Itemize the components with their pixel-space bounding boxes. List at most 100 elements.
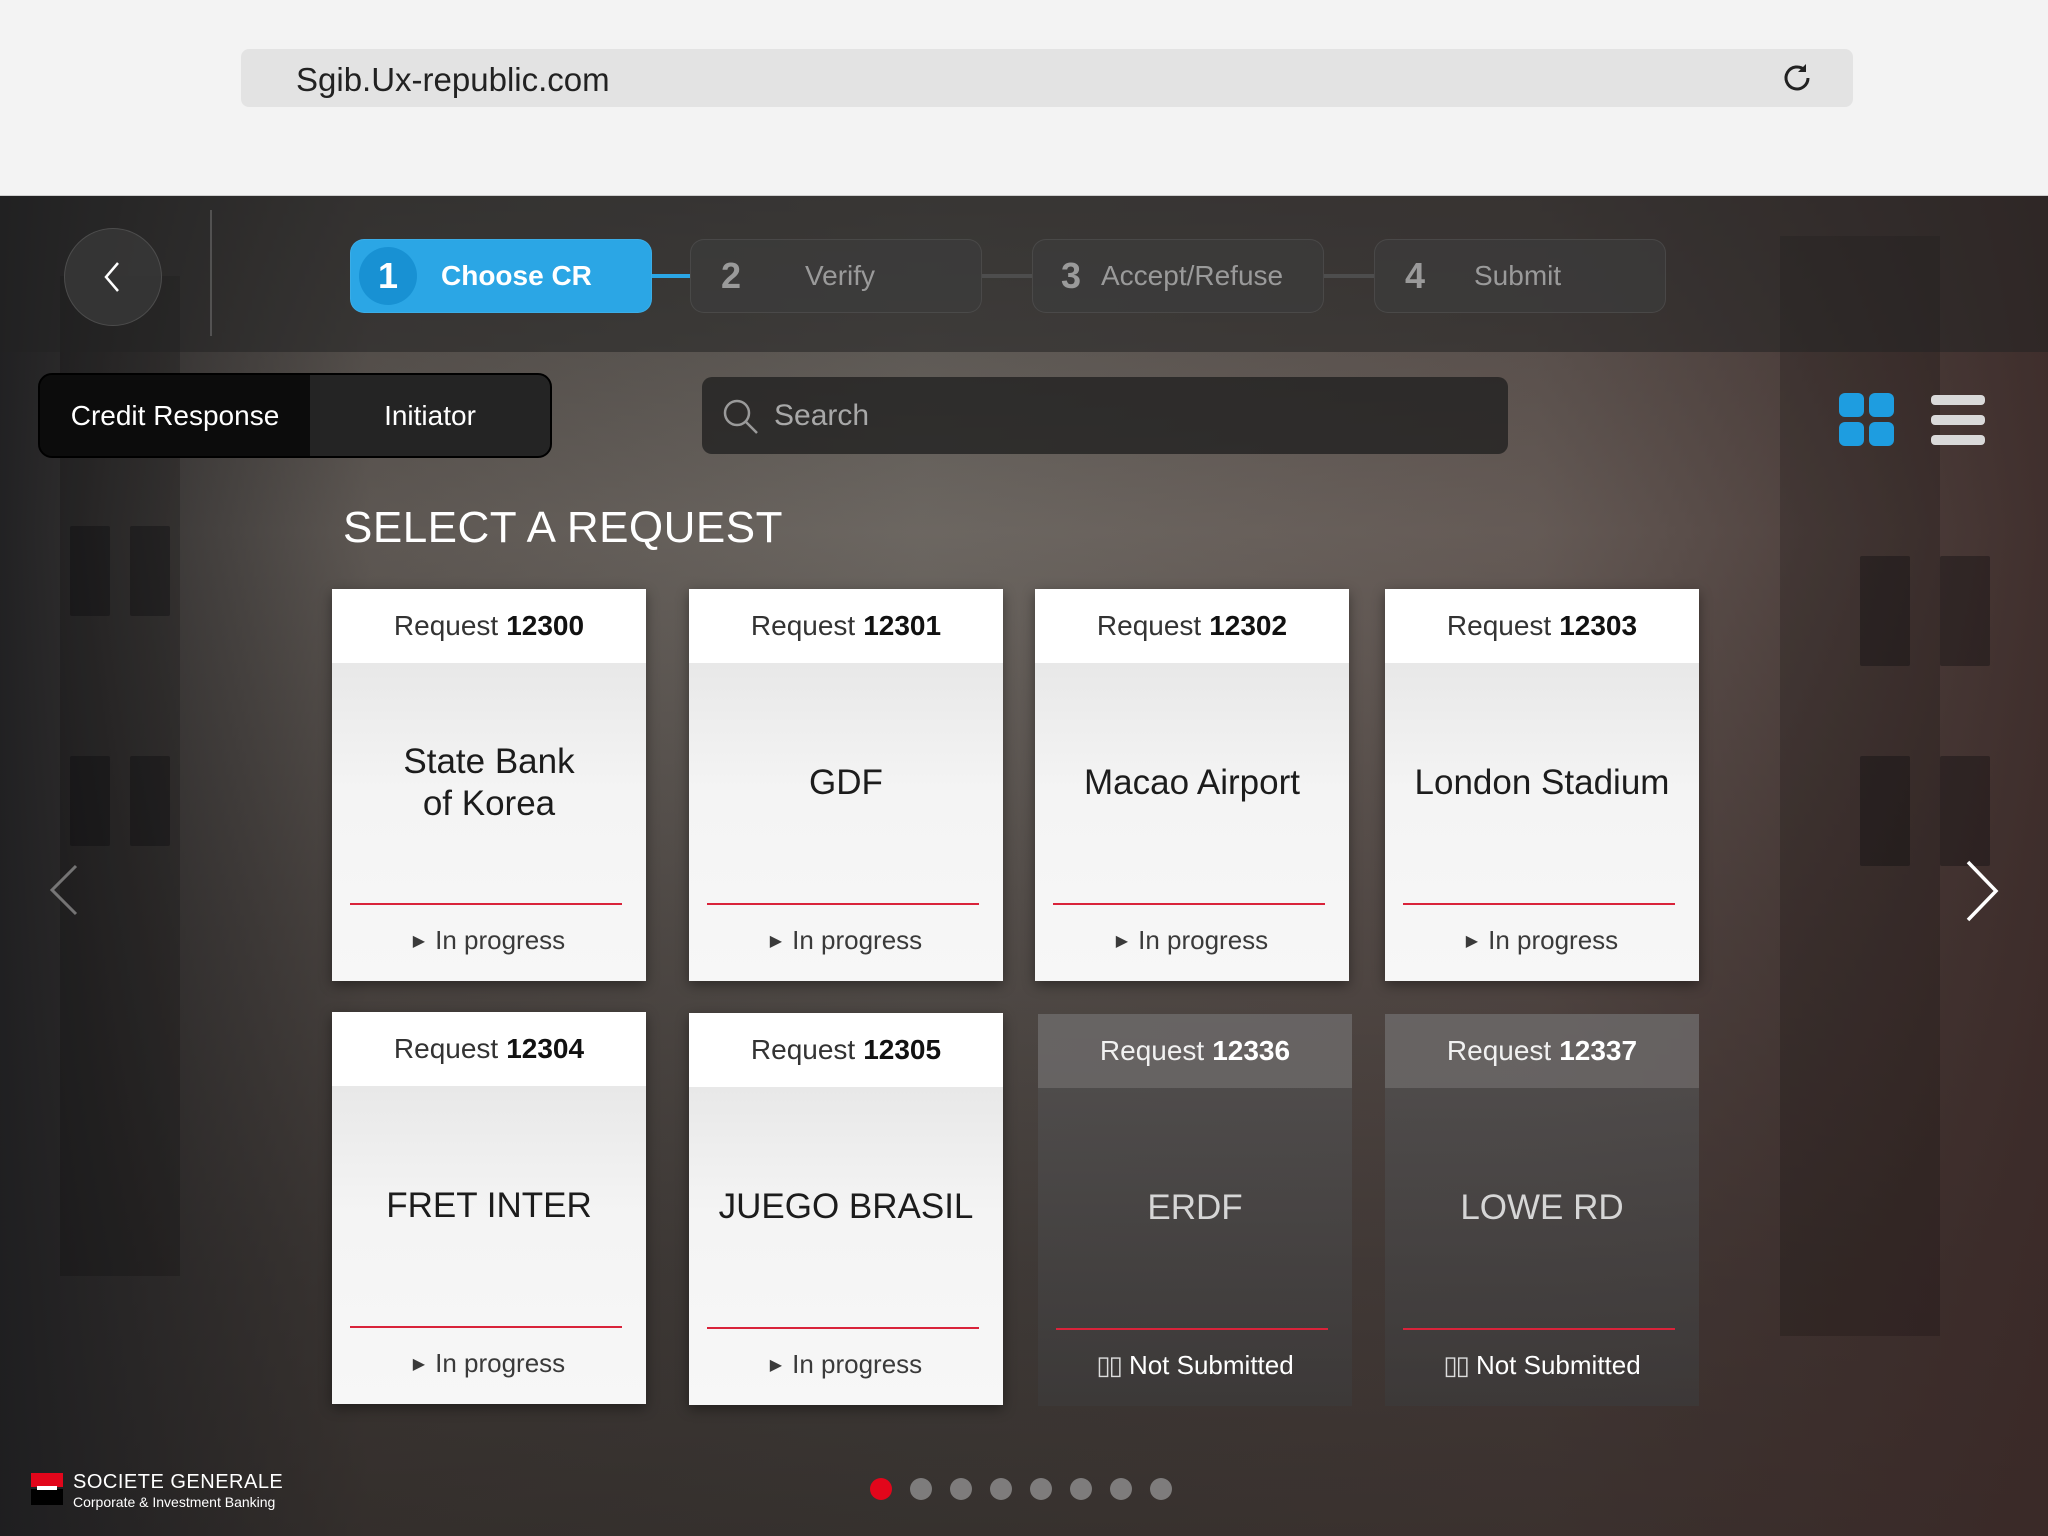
card-client-name: State Bank of Korea xyxy=(403,742,575,823)
step-verify[interactable]: 2 Verify xyxy=(690,239,982,313)
card-divider xyxy=(707,1327,979,1329)
card-status-text: In progress xyxy=(435,925,566,955)
card-client-name: JUEGO BRASIL xyxy=(718,1187,974,1226)
card-client-name: London Stadium xyxy=(1414,763,1670,802)
chevron-left-icon[interactable] xyxy=(46,862,82,918)
card-prefix: Request xyxy=(393,610,499,641)
step-connector xyxy=(1324,274,1374,278)
pagination-dot[interactable] xyxy=(990,1478,1012,1500)
step-label: Verify xyxy=(805,260,876,291)
logo-mark-icon xyxy=(31,1473,63,1505)
address-bar[interactable]: Sgib.Ux-republic.com xyxy=(241,49,1853,107)
play-icon: ▶ xyxy=(1465,932,1479,950)
not-submitted-icon: ▯▯ xyxy=(1443,1350,1470,1380)
pagination-dot[interactable] xyxy=(1070,1478,1092,1500)
filter-segmented-control: Credit Response Initiator xyxy=(38,373,552,458)
card-body: State Bank of Korea ▶ In progress xyxy=(332,663,646,981)
card-status: ▯▯ Not Submitted xyxy=(1038,1350,1352,1381)
request-card[interactable]: Request 12302 Macao Airport ▶ In progress xyxy=(1035,589,1349,981)
card-divider xyxy=(1056,1328,1328,1330)
step-accept-refuse[interactable]: 3 Accept/Refuse xyxy=(1032,239,1324,313)
play-icon: ▶ xyxy=(769,1356,783,1374)
card-header: Request 12305 xyxy=(689,1013,1003,1087)
page-title: SELECT A REQUEST xyxy=(343,503,784,552)
card-prefix: Request xyxy=(1446,610,1552,641)
pagination-dot[interactable] xyxy=(950,1478,972,1500)
request-card[interactable]: Request 12305 JUEGO BRASIL ▶ In progress xyxy=(689,1013,1003,1405)
grid-view-icon[interactable] xyxy=(1838,393,1896,447)
pagination-dot[interactable] xyxy=(1150,1478,1172,1500)
request-card[interactable]: Request 12303 London Stadium ▶ In progress xyxy=(1385,589,1699,981)
step-number: 4 xyxy=(1405,255,1426,296)
request-card[interactable]: Request 12336 ERDF ▯▯ Not Submitted xyxy=(1038,1014,1352,1406)
pagination-dot[interactable] xyxy=(1110,1478,1132,1500)
step-connector xyxy=(650,274,690,278)
card-status-text: In progress xyxy=(792,925,923,955)
card-status-text: In progress xyxy=(1138,925,1269,955)
play-icon: ▶ xyxy=(412,932,426,950)
card-request-number: 12303 xyxy=(1559,610,1638,641)
card-header: Request 12303 xyxy=(1385,589,1699,663)
card-prefix: Request xyxy=(750,1034,856,1065)
search-icon xyxy=(723,399,758,434)
card-divider xyxy=(350,1326,622,1328)
card-client-name: Macao Airport xyxy=(1084,763,1300,802)
chevron-right-icon[interactable] xyxy=(1962,858,2002,924)
url-text: Sgib.Ux-republic.com xyxy=(296,61,610,98)
pagination-dot[interactable] xyxy=(1030,1478,1052,1500)
chevron-left-icon xyxy=(104,262,119,292)
card-header: Request 12300 xyxy=(332,589,646,663)
reload-icon[interactable] xyxy=(1779,60,1815,96)
card-status: ▶ In progress xyxy=(332,1348,646,1379)
card-prefix: Request xyxy=(1096,610,1202,641)
card-body: ERDF ▯▯ Not Submitted xyxy=(1038,1088,1352,1406)
card-status: ▶ In progress xyxy=(332,925,646,956)
card-body: Macao Airport ▶ In progress xyxy=(1035,663,1349,981)
card-request-number: 12305 xyxy=(863,1034,942,1065)
card-prefix: Request xyxy=(1099,1035,1205,1066)
segment-credit-response[interactable]: Credit Response xyxy=(40,375,310,456)
card-divider xyxy=(1403,1328,1675,1330)
not-submitted-icon: ▯▯ xyxy=(1096,1350,1123,1380)
card-request-number: 12336 xyxy=(1212,1035,1291,1066)
card-status-text: In progress xyxy=(1488,925,1619,955)
request-card[interactable]: Request 12304 FRET INTER ▶ In progress xyxy=(332,1012,646,1404)
card-header: Request 12301 xyxy=(689,589,1003,663)
card-status: ▶ In progress xyxy=(1385,925,1699,956)
search-placeholder: Search xyxy=(774,398,870,432)
request-card[interactable]: Request 12337 LOWE RD ▯▯ Not Submitted xyxy=(1385,1014,1699,1406)
step-number: 3 xyxy=(1061,255,1082,296)
card-request-number: 12304 xyxy=(506,1033,585,1064)
back-button[interactable] xyxy=(64,228,162,326)
card-body: GDF ▶ In progress xyxy=(689,663,1003,981)
card-body: LOWE RD ▯▯ Not Submitted xyxy=(1385,1088,1699,1406)
card-client-name: LOWE RD xyxy=(1460,1188,1624,1227)
step-label: Choose CR xyxy=(441,260,592,291)
step-submit[interactable]: 4 Submit xyxy=(1374,239,1666,313)
card-request-number: 12301 xyxy=(863,610,942,641)
card-status: ▶ In progress xyxy=(689,925,1003,956)
segment-initiator[interactable]: Initiator xyxy=(310,375,550,456)
request-card[interactable]: Request 12301 GDF ▶ In progress xyxy=(689,589,1003,981)
step-choose-cr[interactable]: 1 Choose CR xyxy=(350,239,652,313)
pagination-dot[interactable] xyxy=(870,1478,892,1500)
card-body: London Stadium ▶ In progress xyxy=(1385,663,1699,981)
search-field[interactable]: Search xyxy=(702,377,1508,454)
card-status-text: In progress xyxy=(435,1348,566,1378)
play-icon: ▶ xyxy=(769,932,783,950)
nav-divider xyxy=(210,210,212,336)
card-prefix: Request xyxy=(393,1033,499,1064)
request-card[interactable]: Request 12300 State Bank of Korea ▶ In progr… xyxy=(332,589,646,981)
pagination-dot[interactable] xyxy=(910,1478,932,1500)
card-status: ▶ In progress xyxy=(1035,925,1349,956)
step-label: Accept/Refuse xyxy=(1101,260,1284,291)
play-icon: ▶ xyxy=(412,1355,426,1373)
card-status-text: Not Submitted xyxy=(1475,1350,1641,1380)
card-client-name: ERDF xyxy=(1147,1188,1243,1227)
card-status-text: In progress xyxy=(792,1349,923,1379)
card-header: Request 12336 xyxy=(1038,1014,1352,1088)
card-header: Request 12304 xyxy=(332,1012,646,1086)
step-label: Submit xyxy=(1474,260,1562,291)
list-view-icon[interactable] xyxy=(1929,394,1987,448)
step-number: 2 xyxy=(721,255,742,296)
